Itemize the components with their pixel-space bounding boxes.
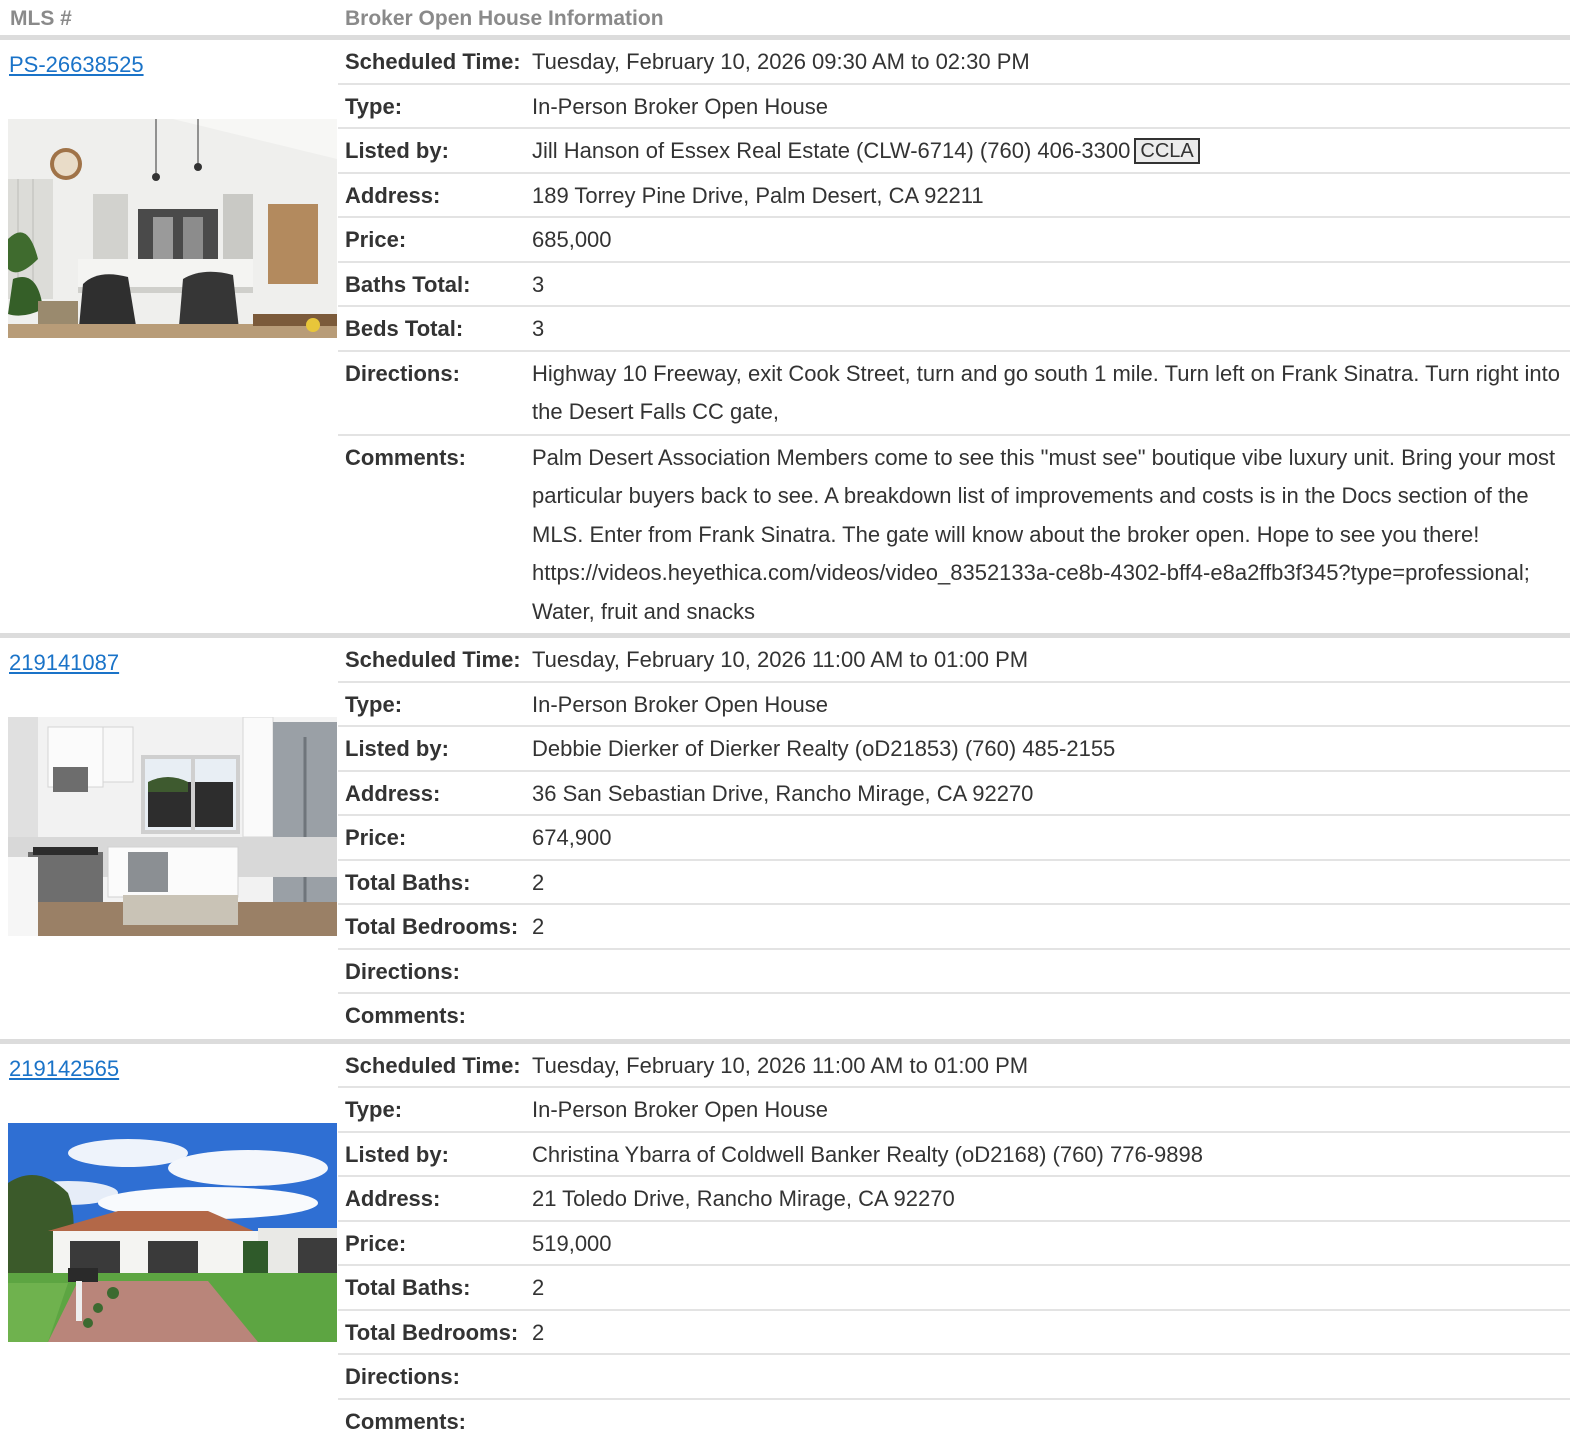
type-row: Type: In-Person Broker Open House (338, 683, 1570, 728)
mls-link[interactable]: 219142565 (9, 1056, 119, 1082)
address-row: Address: 36 San Sebastian Drive, Rancho … (338, 772, 1570, 817)
mls-column-header: MLS # (10, 0, 345, 38)
beds-row: Total Bedrooms: 2 (338, 905, 1570, 950)
association-badge: CCLA (1134, 138, 1199, 164)
comments-row: Comments: Palm Desert Association Member… (338, 436, 1570, 634)
beds-row: Total Bedrooms: 2 (338, 1311, 1570, 1356)
price-row: Price: 685,000 (338, 218, 1570, 263)
listing-row: 219141087 (0, 638, 1570, 1044)
listing-photo[interactable] (8, 1123, 337, 1342)
comments-row: Comments: (338, 994, 1570, 1039)
mls-link[interactable]: PS-26638525 (9, 52, 144, 78)
beds-row: Beds Total: 3 (338, 307, 1570, 352)
mls-link[interactable]: 219141087 (9, 650, 119, 676)
white-kitchen-photo (8, 717, 337, 936)
comments-row: Comments: (338, 1400, 1570, 1444)
address-row: Address: 189 Torrey Pine Drive, Palm Des… (338, 174, 1570, 219)
price-row: Price: 674,900 (338, 816, 1570, 861)
listing-row: PS-26638525 (0, 40, 1570, 638)
listed-by-value: Jill Hanson of Essex Real Estate (CLW-67… (532, 138, 1130, 163)
listed-by-row: Listed by: Christina Ybarra of Coldwell … (338, 1133, 1570, 1178)
directions-row: Directions: (338, 950, 1570, 995)
directions-row: Directions: Highway 10 Freeway, exit Coo… (338, 352, 1570, 436)
baths-row: Baths Total: 3 (338, 263, 1570, 308)
scheduled-time-row: Scheduled Time: Tuesday, February 10, 20… (338, 638, 1570, 683)
baths-row: Total Baths: 2 (338, 1266, 1570, 1311)
scheduled-time-row: Scheduled Time: Tuesday, February 10, 20… (338, 1044, 1570, 1089)
table-header: MLS # Broker Open House Information (0, 0, 1570, 40)
listing-photo[interactable] (8, 717, 337, 936)
house-exterior-photo (8, 1123, 337, 1342)
type-row: Type: In-Person Broker Open House (338, 85, 1570, 130)
type-row: Type: In-Person Broker Open House (338, 1088, 1570, 1133)
info-column-header: Broker Open House Information (345, 0, 1570, 38)
broker-open-house-page: MLS # Broker Open House Information PS-2… (0, 0, 1570, 1444)
listing-photo[interactable] (8, 119, 337, 338)
kitchen-living-room-photo (8, 119, 337, 338)
baths-row: Total Baths: 2 (338, 861, 1570, 906)
directions-row: Directions: (338, 1355, 1570, 1400)
listed-by-row: Listed by: Debbie Dierker of Dierker Rea… (338, 727, 1570, 772)
address-row: Address: 21 Toledo Drive, Rancho Mirage,… (338, 1177, 1570, 1222)
listing-row: 219142565 (0, 1044, 1570, 1444)
listed-by-row: Listed by: Jill Hanson of Essex Real Est… (338, 129, 1570, 174)
scheduled-time-row: Scheduled Time: Tuesday, February 10, 20… (338, 40, 1570, 85)
price-row: Price: 519,000 (338, 1222, 1570, 1267)
